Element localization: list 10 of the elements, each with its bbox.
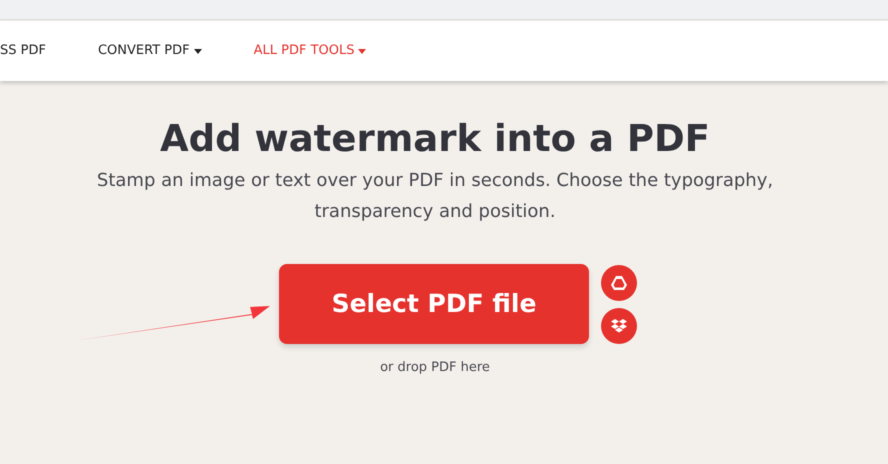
cloud-drive-button[interactable] [601, 264, 637, 300]
dropbox-button[interactable] [601, 308, 637, 344]
nav-link[interactable]: ALL PDF TOOLS [254, 41, 366, 61]
select-file-button[interactable]: Select PDF file [279, 264, 589, 344]
nav-link[interactable]: SS PDF [0, 41, 46, 61]
page-subtitle: Stamp an image or text over your PDF in seconds. Choose the typography, transparency and position. [96, 169, 774, 224]
nav-link[interactable]: CONVERT PDF [98, 41, 202, 61]
box-icon [611, 318, 627, 332]
page-title: Add watermark into a PDF [160, 116, 710, 162]
drop-hint: or drop PDF here [380, 359, 490, 377]
